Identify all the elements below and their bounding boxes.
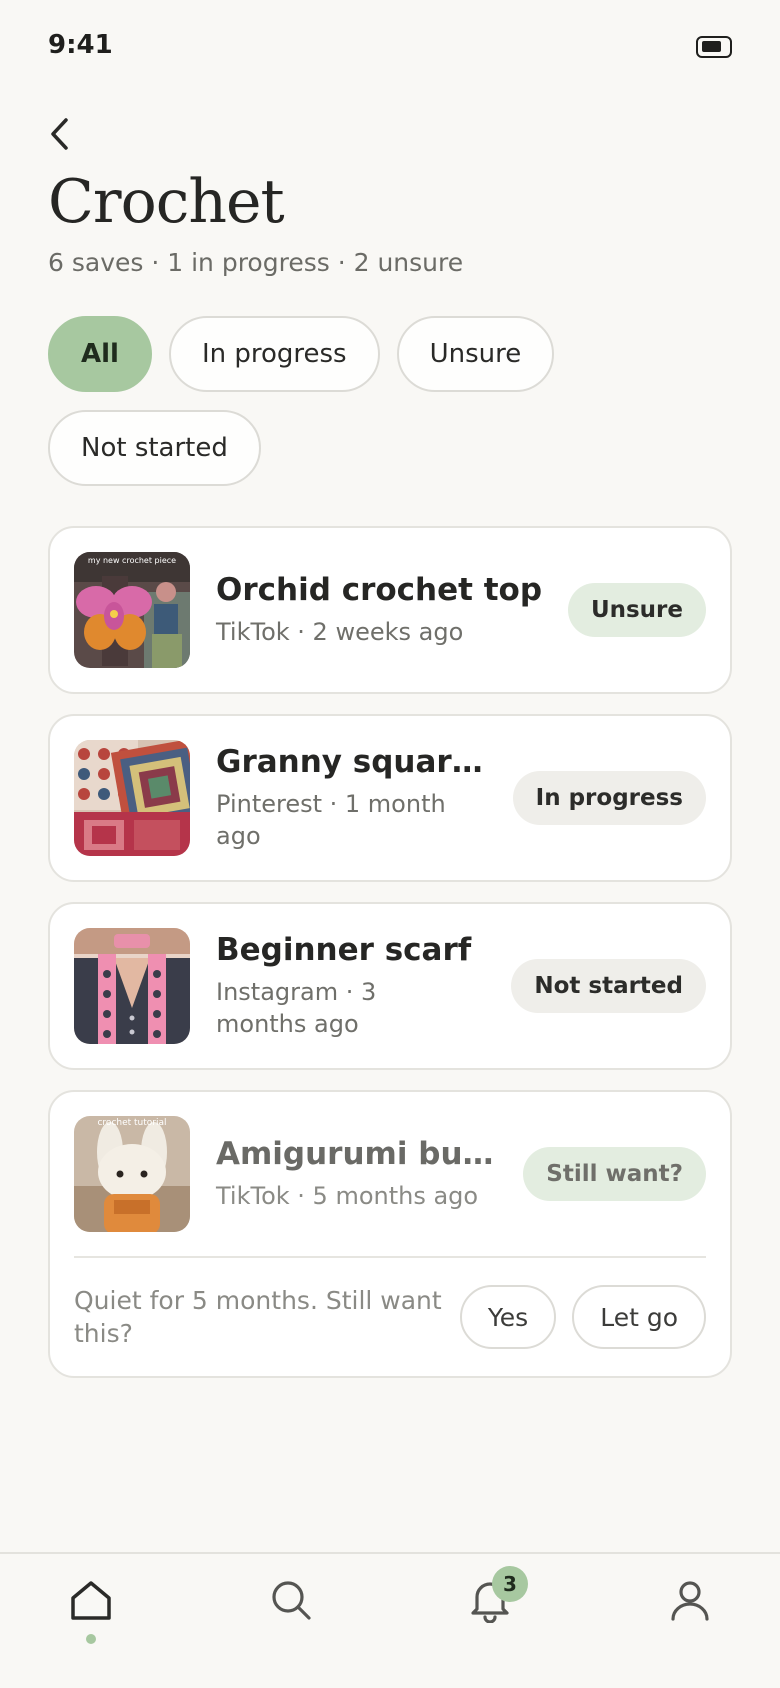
status-badge[interactable]: Unsure (567, 583, 706, 637)
still-want-prompt: Quiet for 5 months. Still want this? Yes… (50, 1258, 730, 1376)
tab-home[interactable] (61, 1570, 121, 1630)
status-badge[interactable]: In progress (512, 771, 706, 825)
status-badge[interactable]: Not started (511, 959, 706, 1013)
notification-badge: 3 (492, 1566, 528, 1602)
thumbnail-amigurumi-bunny: crochet tutorial (74, 1116, 190, 1232)
card-meta: TikTok · 2 weeks ago (216, 618, 464, 646)
filter-chip-in-progress[interactable]: In progress (168, 316, 380, 392)
thumbnail-caption: crochet tutorial (97, 1118, 167, 1128)
home-icon (71, 1581, 111, 1620)
active-tab-indicator (86, 1634, 96, 1644)
user-icon (671, 1581, 709, 1621)
thumbnail-caption: my new crochet piece (87, 556, 177, 565)
save-card-granny-square[interactable]: Granny square bl... Pinterest · 1 month … (48, 714, 732, 882)
status-badge[interactable]: Still want? (523, 1147, 706, 1201)
filter-chips: All In progress Unsure Not started (48, 316, 648, 486)
let-go-button[interactable]: Let go (572, 1285, 706, 1349)
collection-screen: 9:41 Crochet 6 saves · 1 in progress · 2… (0, 0, 780, 1688)
filter-chip-all[interactable]: All (48, 316, 152, 392)
card-title: Amigurumi bunny (216, 1136, 508, 1172)
filter-chip-unsure[interactable]: Unsure (396, 316, 555, 392)
card-title: Orchid crochet top (216, 572, 543, 608)
card-title: Granny square bl... (216, 744, 497, 780)
battery-icon (696, 36, 732, 58)
page-subtitle: 6 saves · 1 in progress · 2 unsure (48, 248, 464, 277)
status-time: 9:41 (48, 30, 113, 60)
page-title: Crochet (48, 167, 285, 237)
thumbnail-orchid: my new crochet piece (74, 552, 190, 668)
card-meta: Instagram · 3 months ago (216, 978, 377, 1038)
thumbnail-beginner-scarf (74, 928, 190, 1044)
save-card-beginner-scarf[interactable]: Beginner scarf Instagram · 3 months ago … (48, 902, 732, 1070)
save-card-amigurumi-bunny[interactable]: crochet tutorial Amigurumi bunny TikTok … (48, 1090, 732, 1378)
back-button[interactable] (40, 112, 80, 156)
card-meta: TikTok · 5 months ago (216, 1182, 479, 1210)
tab-profile[interactable] (660, 1570, 720, 1630)
yes-button[interactable]: Yes (459, 1285, 557, 1349)
prompt-text: Quiet for 5 months. Still want this? (74, 1286, 442, 1348)
chevron-left-icon (51, 118, 68, 150)
search-icon (272, 1581, 311, 1620)
save-card-orchid[interactable]: my new crochet piece Orchid crochet top … (48, 526, 732, 694)
card-meta: Pinterest · 1 month ago (216, 790, 446, 850)
thumbnail-granny-square (74, 740, 190, 856)
tab-search[interactable] (261, 1570, 321, 1630)
card-title: Beginner scarf (216, 932, 472, 968)
filter-chip-not-started[interactable]: Not started (48, 410, 261, 486)
